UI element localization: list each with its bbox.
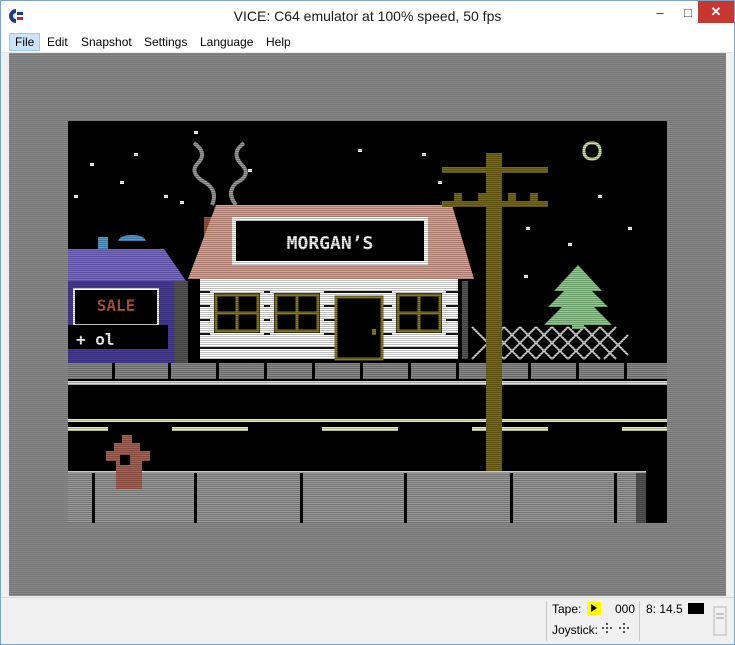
lower-sidewalk [68,471,646,523]
tape-label: Tape: [552,602,582,616]
c64-screen[interactable]: SALE + ol MORGAN’S [68,121,667,523]
joystick-label: Joystick: [552,623,599,637]
drive-led-icon [688,603,704,614]
status-divider [546,601,547,641]
store-sign: MORGAN’S [287,233,374,254]
vice-window: VICE: C64 emulator at 100% speed, 50 fps… [0,0,735,645]
menu-bar: File Edit Snapshot Settings Language Hel… [1,32,734,53]
emulator-display[interactable]: SALE + ol MORGAN’S [9,53,726,596]
road [68,419,667,431]
sale-sign: SALE [97,296,136,315]
menu-settings[interactable]: Settings [139,33,192,51]
upper-sidewalk [68,363,667,385]
sale-sign-lower: + ol [76,330,115,349]
resize-grip-icon[interactable] [713,606,727,636]
drive-status: 8: 14.5 [646,602,683,616]
menu-file[interactable]: File [9,33,41,51]
left-shop: SALE + ol [68,235,188,363]
menu-snapshot[interactable]: Snapshot [76,33,137,51]
tape-play-icon[interactable] [587,602,601,615]
game-scene: SALE + ol MORGAN’S [68,131,667,523]
pine-tree [544,265,612,329]
title-bar[interactable]: VICE: C64 emulator at 100% speed, 50 fps… [1,1,734,32]
status-bar: Tape: 000 8: 14.5 Joystick: [1,597,734,644]
chimney-smoke-2 [229,141,248,207]
menu-help[interactable]: Help [261,33,296,51]
morgans-store: MORGAN’S [188,205,474,361]
tape-counter: 000 [615,602,636,616]
window-title: VICE: C64 emulator at 100% speed, 50 fps [233,8,502,24]
status-divider [639,601,640,641]
menu-edit[interactable]: Edit [42,33,73,51]
chimney-smoke [192,141,216,206]
moon [582,141,602,161]
minimize-button[interactable]: – [645,1,675,23]
close-button[interactable]: ✕ [698,1,734,23]
joystick-2-icon [619,623,641,635]
menu-language[interactable]: Language [195,33,258,51]
